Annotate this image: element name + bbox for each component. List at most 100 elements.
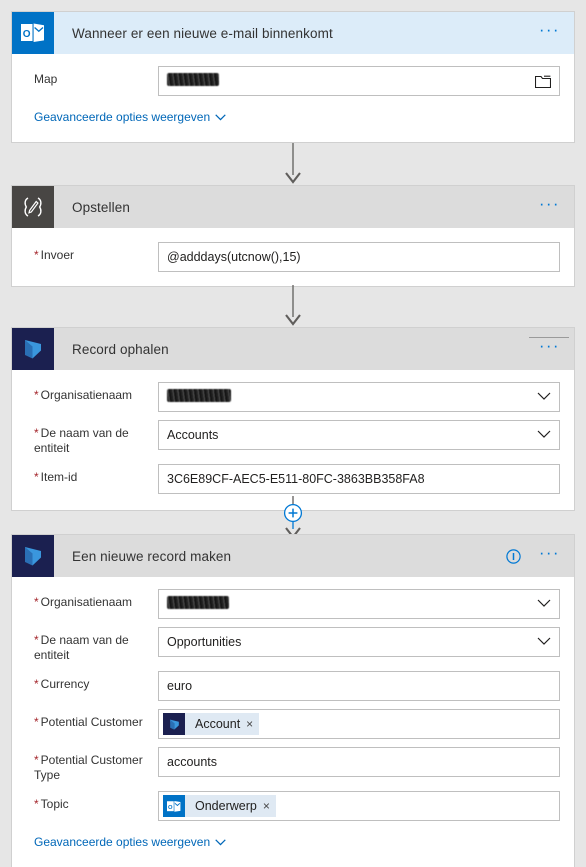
card-header-actions: ···	[506, 535, 574, 577]
field-row-currency: * Currency euro	[26, 671, 560, 701]
chevron-down-icon[interactable]	[537, 428, 551, 442]
field-label: * Organisatienaam	[26, 382, 158, 403]
token-label: Account	[195, 717, 241, 731]
chevron-down-icon[interactable]	[537, 390, 551, 404]
field-label: * Potential Customer Type	[26, 747, 158, 783]
chevron-down-icon[interactable]	[537, 597, 551, 611]
outlook-icon: O	[12, 12, 54, 54]
field-label-text: Potential Customer	[40, 715, 143, 729]
card-title: Record ophalen	[72, 341, 169, 357]
organisatienaam-value	[167, 389, 531, 405]
invoer-input[interactable]: @adddays(utcnow(),15)	[158, 242, 560, 272]
field-row-organisatienaam: * Organisatienaam	[26, 589, 560, 619]
field-label: * Currency	[26, 671, 158, 692]
entiteit-value: Accounts	[167, 428, 219, 442]
dynamics-icon	[12, 535, 54, 577]
remove-token-icon[interactable]: ×	[263, 800, 270, 812]
card-menu-button[interactable]: ···	[539, 21, 560, 40]
field-row-entiteit: * De naam van de entiteit Accounts	[26, 420, 560, 456]
card-body: * Organisatienaam * De naam van de entitei…	[12, 337, 574, 510]
card-header[interactable]: Opstellen ···	[12, 186, 574, 228]
field-row-map: Map	[26, 66, 560, 96]
currency-value: euro	[167, 679, 193, 693]
required-marker: *	[34, 797, 39, 811]
card-header-actions: ···	[539, 328, 574, 370]
flow-card-create-new-record[interactable]: Een nieuwe record maken ··· * Organisatie…	[12, 535, 574, 867]
topic-input[interactable]: O Onderwerp ×	[158, 791, 560, 821]
flow-card-get-record[interactable]: Record ophalen ··· * Organisatienaam * D…	[12, 328, 574, 510]
field-row-organisatienaam: * Organisatienaam	[26, 382, 560, 412]
field-label: * Organisatienaam	[26, 589, 158, 610]
card-header[interactable]: Record ophalen ···	[12, 328, 574, 370]
connector-arrow-1	[0, 143, 586, 186]
remove-token-icon[interactable]: ×	[246, 718, 253, 730]
advanced-options-link-2[interactable]: Geavanceerde opties weergeven	[26, 829, 226, 859]
svg-text:O: O	[168, 804, 173, 810]
advanced-options-label: Geavanceerde opties weergeven	[34, 835, 211, 849]
compose-icon	[12, 186, 54, 228]
redacted-value	[167, 596, 229, 609]
card-header-actions: ···	[539, 12, 574, 54]
field-label-text: Organisatienaam	[40, 388, 133, 402]
redacted-value	[167, 73, 219, 86]
field-label-text: Potential Customer Type	[34, 753, 143, 782]
field-label: * De naam van de entiteit	[26, 420, 158, 456]
card-title: Een nieuwe record maken	[72, 548, 232, 564]
organisatienaam-dropdown[interactable]	[158, 589, 560, 619]
card-menu-button[interactable]: ···	[539, 544, 560, 563]
field-label-text: Currency	[40, 677, 90, 691]
field-row-potential-customer-type: * Potential Customer Type accounts	[26, 747, 560, 783]
organisatienaam-dropdown[interactable]	[158, 382, 560, 412]
card-body: Map Geavanceerde opties weergeven	[12, 54, 574, 142]
field-row-item-id: * Item-id 3C6E89CF-AEC5-E511-80FC-3863BB3…	[26, 464, 560, 494]
card-header[interactable]: Een nieuwe record maken ···	[12, 535, 574, 577]
field-row-potential-customer: * Potential Customer Account ×	[26, 709, 560, 739]
outlook-icon: O	[163, 795, 185, 817]
field-label-text: De naam van de entiteit	[34, 426, 129, 455]
entiteit-dropdown[interactable]: Accounts	[158, 420, 560, 450]
dynamics-icon	[12, 328, 54, 370]
token-label: Onderwerp	[195, 799, 257, 813]
field-label: Map	[34, 72, 58, 86]
potential-customer-type-input[interactable]: accounts	[158, 747, 560, 777]
redacted-value	[167, 389, 231, 402]
required-marker: *	[34, 715, 39, 729]
flow-card-trigger-new-email[interactable]: O Wanneer er een nieuwe e-mail binnenkom…	[12, 12, 574, 142]
required-marker: *	[34, 753, 39, 767]
dynamics-icon	[163, 713, 185, 735]
field-row-topic: * Topic O Onderwerp ×	[26, 791, 560, 821]
field-label-text: De naam van de entiteit	[34, 633, 129, 662]
required-marker: *	[34, 470, 39, 484]
field-label: * Topic	[26, 791, 158, 812]
potential-customer-type-value: accounts	[167, 755, 218, 769]
token-chip[interactable]: O Onderwerp ×	[163, 795, 276, 817]
flow-card-compose[interactable]: Opstellen ··· * Invoer @adddays(utcnow(),…	[12, 186, 574, 286]
token-chip[interactable]: Account ×	[163, 713, 260, 735]
info-icon[interactable]	[506, 548, 521, 564]
entiteit-dropdown[interactable]: Opportunities	[158, 627, 560, 657]
organisatienaam-value	[167, 596, 531, 612]
chevron-down-icon	[215, 110, 226, 124]
card-header[interactable]: O Wanneer er een nieuwe e-mail binnenkom…	[12, 12, 574, 54]
currency-input[interactable]: euro	[158, 671, 560, 701]
required-marker: *	[34, 595, 39, 609]
field-label-text: Topic	[40, 797, 69, 811]
field-label: * De naam van de entiteit	[26, 627, 158, 663]
potential-customer-input[interactable]: Account ×	[158, 709, 560, 739]
required-marker: *	[34, 426, 39, 440]
render-artifact-line	[529, 337, 569, 338]
folder-icon[interactable]	[534, 74, 552, 89]
advanced-options-label: Geavanceerde opties weergeven	[34, 110, 211, 124]
card-menu-button[interactable]: ···	[539, 195, 560, 214]
connector-arrow-2	[0, 285, 586, 328]
card-title: Opstellen	[72, 199, 130, 215]
chevron-down-icon[interactable]	[537, 635, 551, 649]
field-row-entiteit: * De naam van de entiteit Opportunities	[26, 627, 560, 663]
card-menu-button[interactable]: ···	[539, 337, 560, 356]
card-body: * Invoer @adddays(utcnow(),15)	[12, 228, 574, 286]
required-marker: *	[34, 388, 39, 402]
card-title: Wanneer er een nieuwe e-mail binnenkomt	[72, 25, 333, 41]
advanced-options-link-1[interactable]: Geavanceerde opties weergeven	[26, 104, 226, 134]
map-input[interactable]	[158, 66, 560, 96]
item-id-input[interactable]: 3C6E89CF-AEC5-E511-80FC-3863BB358FA8	[158, 464, 560, 494]
